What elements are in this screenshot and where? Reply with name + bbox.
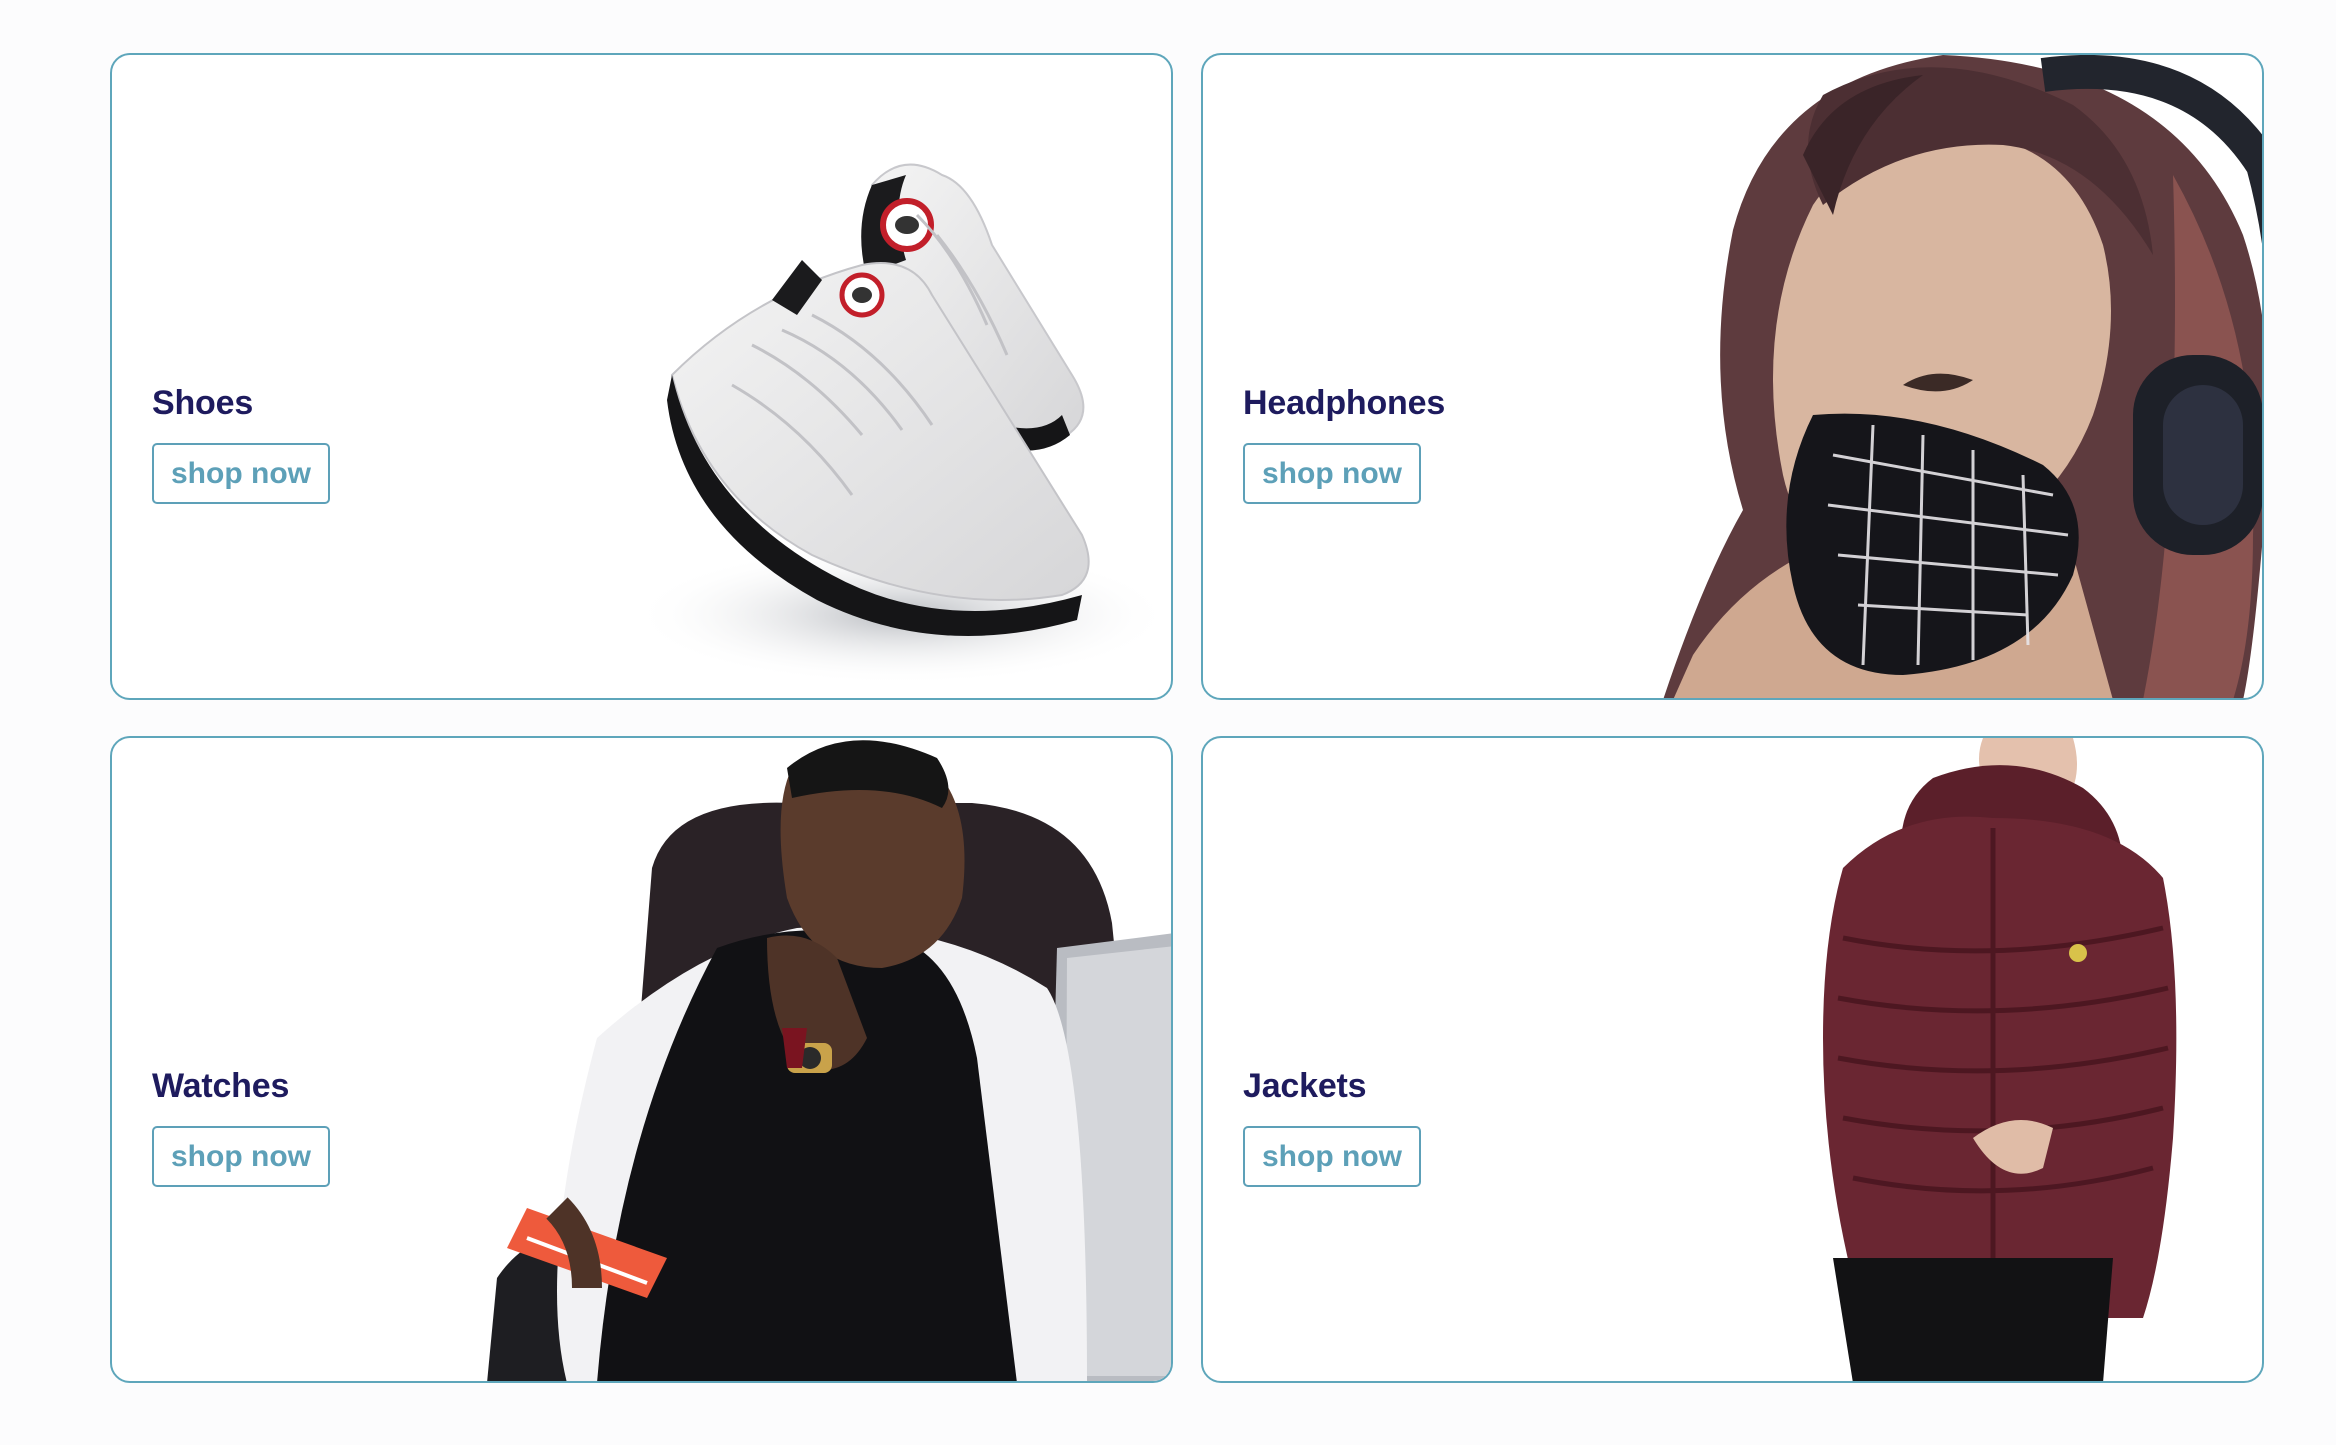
shop-now-button[interactable]: shop now — [1243, 443, 1421, 504]
shop-now-button[interactable]: shop now — [152, 443, 330, 504]
category-card-jackets[interactable]: Jackets shop now — [1201, 736, 2264, 1383]
man-thinking-watch-image — [467, 738, 1171, 1381]
man-burgundy-jacket-image — [1803, 738, 2183, 1381]
sneakers-image — [572, 125, 1171, 698]
category-card-headphones[interactable]: Headphones shop now — [1201, 53, 2264, 700]
woman-headphones-mask-image — [1573, 55, 2262, 698]
shop-now-button[interactable]: shop now — [1243, 1126, 1421, 1187]
category-title: Headphones — [1243, 384, 1446, 422]
category-card-watches[interactable]: Watches shop now — [110, 736, 1173, 1383]
shop-now-button[interactable]: shop now — [152, 1126, 330, 1187]
category-card-shoes[interactable]: Shoes shop now — [110, 53, 1173, 700]
category-grid: Shoes shop now Headphones shop now Watch… — [110, 53, 2264, 1383]
category-title: Jackets — [1243, 1067, 1367, 1105]
category-title: Watches — [152, 1067, 290, 1105]
category-title: Shoes — [152, 384, 254, 422]
